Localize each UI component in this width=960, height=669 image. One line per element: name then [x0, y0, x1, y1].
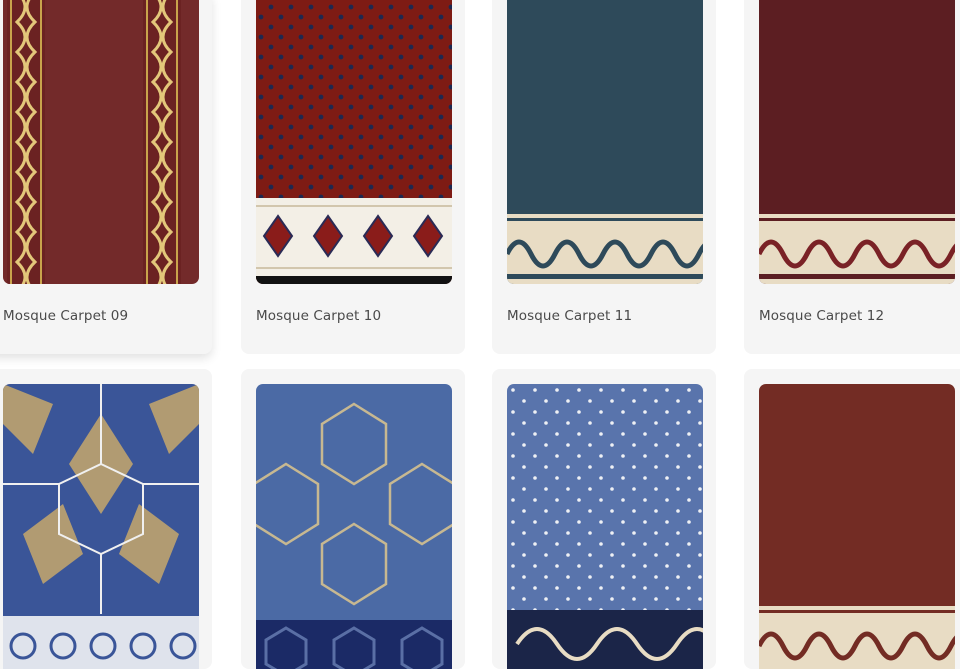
product-title[interactable]: Mosque Carpet 12 — [759, 308, 884, 324]
product-card-12[interactable]: Mosque Carpet 12 — [744, 0, 960, 354]
product-card-14[interactable] — [241, 369, 465, 669]
product-title[interactable]: Mosque Carpet 09 — [3, 308, 128, 324]
product-title[interactable]: Mosque Carpet 11 — [507, 308, 632, 324]
product-image[interactable] — [3, 0, 199, 284]
product-title[interactable]: Mosque Carpet 10 — [256, 308, 381, 324]
product-image[interactable] — [256, 384, 452, 669]
product-image[interactable] — [507, 0, 703, 284]
product-image[interactable] — [759, 0, 955, 284]
product-image[interactable] — [256, 0, 452, 284]
product-image[interactable] — [3, 384, 199, 669]
product-card-11[interactable]: Mosque Carpet 11 — [492, 0, 716, 354]
product-image[interactable] — [759, 384, 955, 669]
product-image[interactable] — [507, 384, 703, 669]
product-card-10[interactable]: Mosque Carpet 10 — [241, 0, 465, 354]
product-card-16[interactable] — [744, 369, 960, 669]
product-card-15[interactable] — [492, 369, 716, 669]
product-card-13[interactable] — [0, 369, 212, 669]
product-card-09[interactable]: Mosque Carpet 09 — [0, 0, 212, 354]
